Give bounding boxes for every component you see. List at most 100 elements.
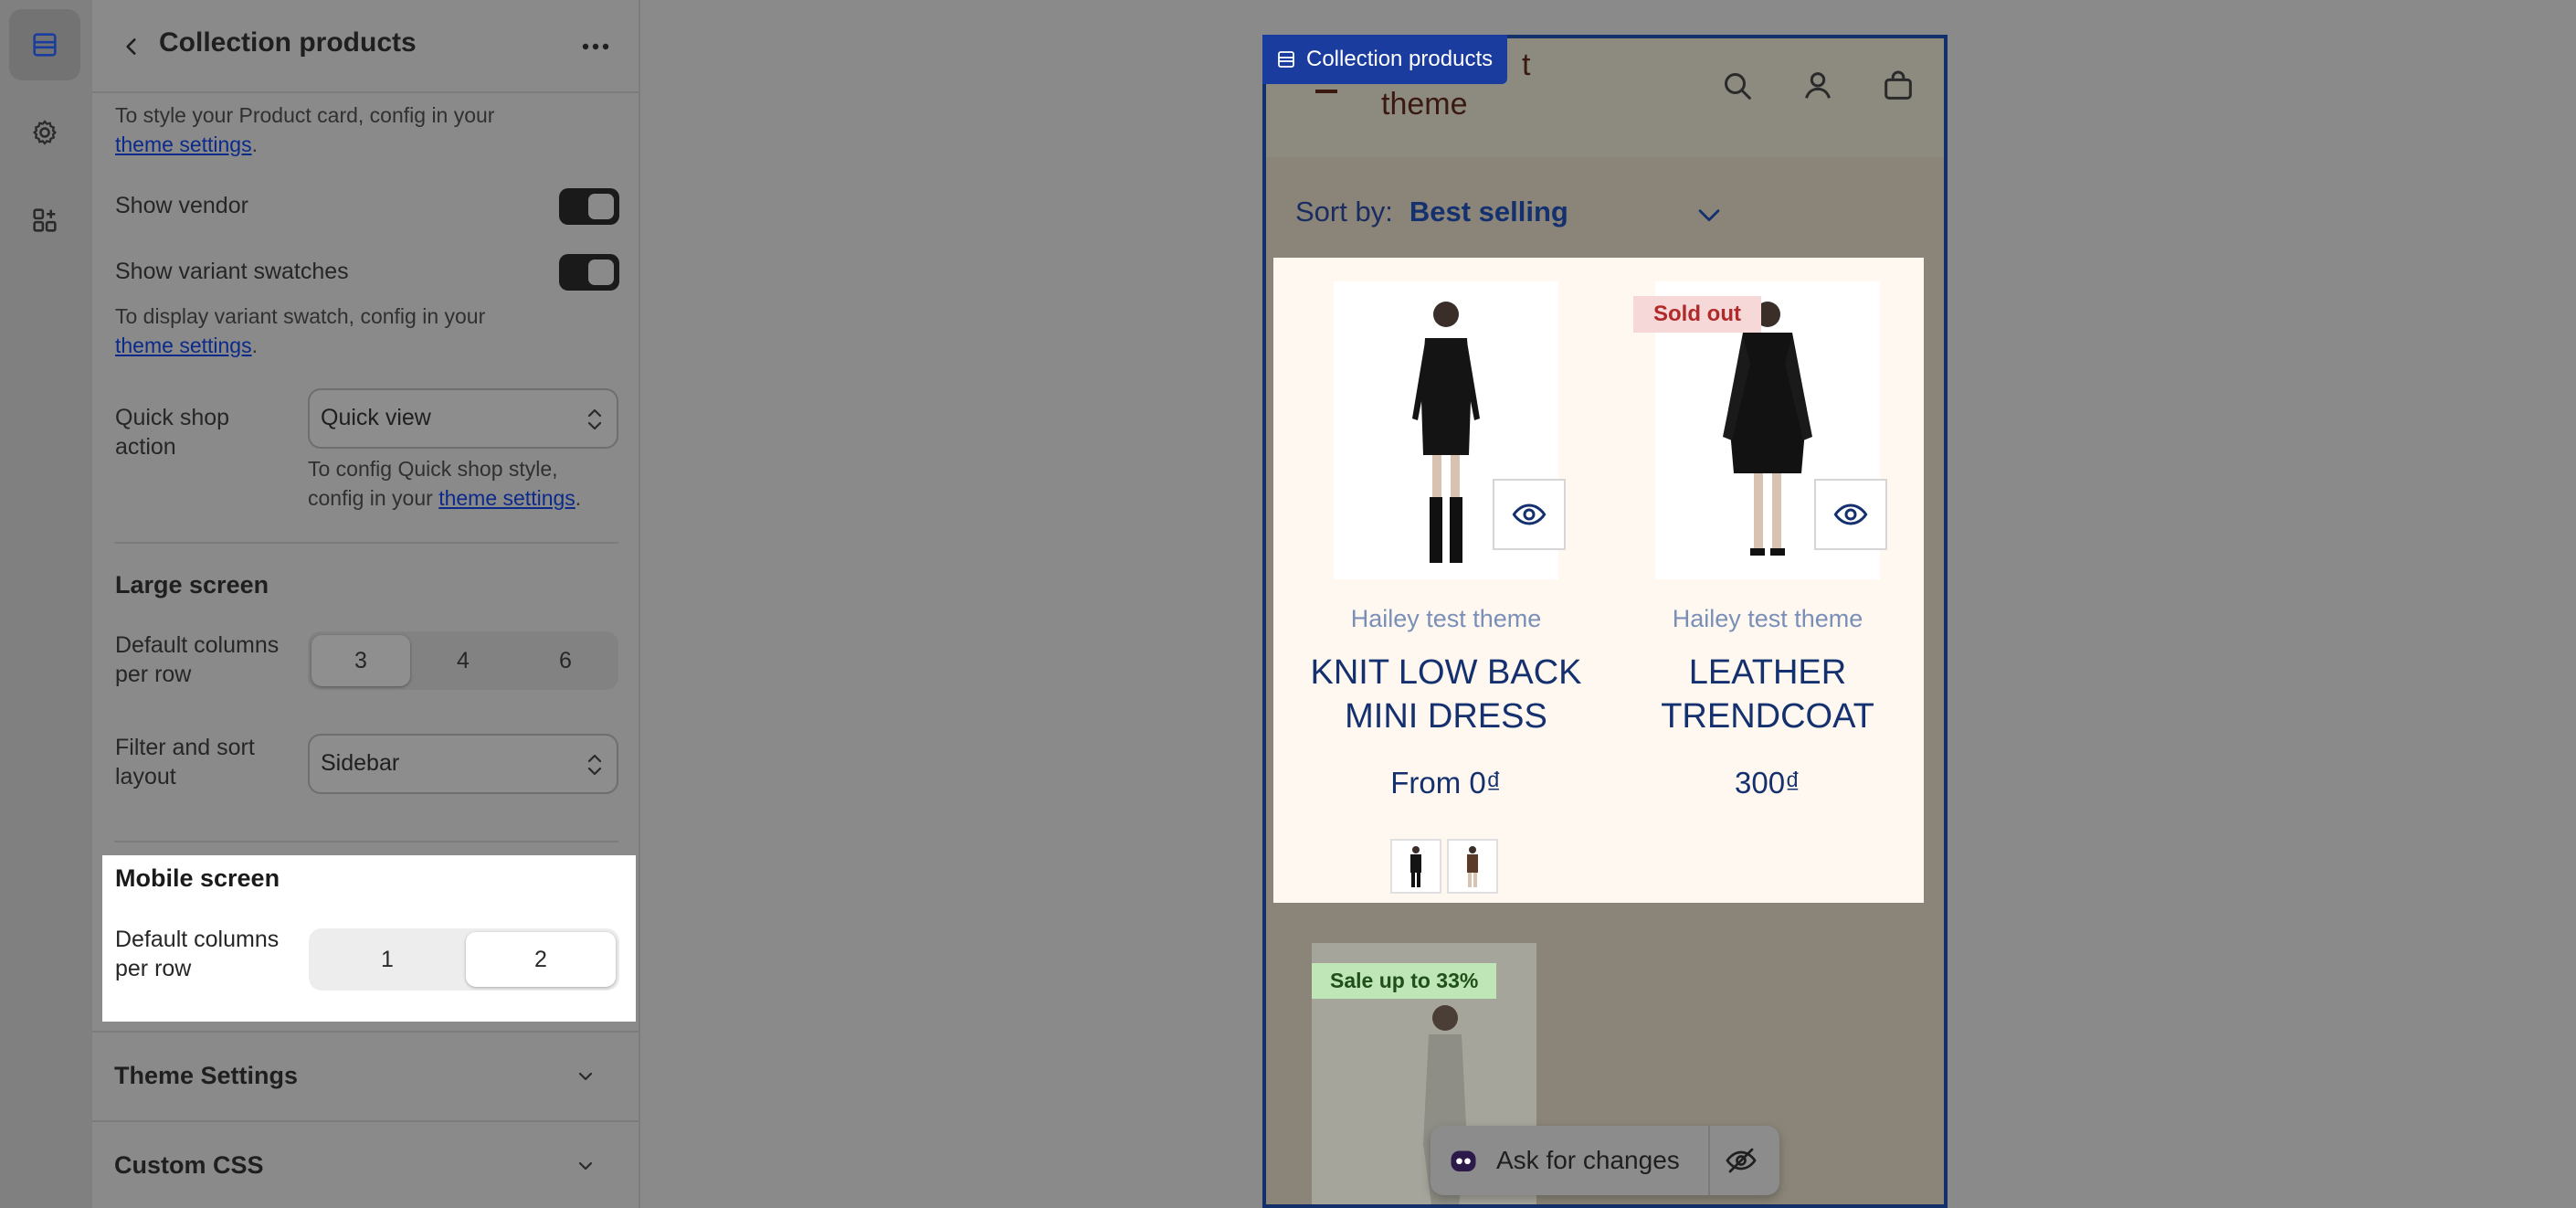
more-options-button[interactable] (573, 26, 618, 68)
panel-title: Collection products (159, 27, 417, 58)
product-price: From 0₫ (1390, 766, 1502, 800)
variant-swatch[interactable] (1447, 839, 1498, 894)
brand-name[interactable]: theme (1381, 86, 1468, 122)
divider (114, 841, 618, 842)
product-grid: Hailey test theme KNIT LOW BACK MINI DRE… (1273, 258, 1924, 903)
back-button[interactable] (109, 24, 154, 69)
large-columns-label: Default columns per row (115, 630, 279, 689)
mobile-columns-option-1[interactable]: 1 (312, 932, 462, 987)
chevron-down-icon[interactable] (1694, 199, 1725, 230)
menu-icon[interactable] (1315, 90, 1337, 93)
large-columns-segmented: 3 4 6 (308, 631, 618, 690)
large-screen-title: Large screen (115, 571, 269, 599)
mobile-columns-segmented: 1 2 (309, 928, 619, 991)
swatch-hint: To display variant swatch, config in you… (115, 302, 485, 360)
variant-swatch[interactable] (1390, 839, 1441, 894)
label-line: Default columns (115, 927, 280, 952)
show-vendor-toggle[interactable] (559, 188, 619, 225)
hint-text: To display variant swatch, config in you… (115, 304, 486, 328)
settings-button[interactable] (9, 97, 80, 168)
hint-text: To config Quick shop style, (308, 457, 558, 481)
panel-header: Collection products (92, 0, 639, 93)
product-vendor: Hailey test theme (1672, 605, 1863, 632)
select-value: Quick view (321, 405, 431, 430)
theme-settings-accordion[interactable]: Theme Settings (92, 1031, 639, 1118)
show-swatches-label: Show variant swatches (115, 259, 349, 284)
chevron-down-icon (578, 1161, 593, 1171)
apps-button[interactable] (9, 185, 80, 256)
select-chevrons-icon (587, 754, 602, 776)
hint-text: To style your Product card, config in yo… (115, 103, 495, 127)
swatch-thumbnail (1467, 846, 1478, 887)
assistant-icon (1451, 1150, 1476, 1171)
large-columns-option-3[interactable]: 3 (311, 635, 410, 686)
sort-value: Best selling (1409, 196, 1568, 228)
title-line: TRENDCOAT (1661, 697, 1874, 736)
label-line: Quick shop (115, 405, 230, 430)
apps-icon (33, 208, 57, 232)
product-title[interactable]: LEATHER TRENDCOAT (1600, 651, 1935, 738)
show-vendor-label: Show vendor (115, 193, 248, 218)
large-columns-option-4[interactable]: 4 (414, 635, 512, 686)
select-value: Sidebar (321, 750, 400, 776)
gear-icon (33, 120, 57, 145)
theme-settings-link[interactable]: theme settings (115, 132, 252, 156)
show-swatches-toggle[interactable] (559, 254, 619, 291)
filter-sort-label: Filter and sort layout (115, 733, 255, 791)
mobile-screen-title: Mobile screen (115, 864, 280, 892)
divider (1708, 1126, 1710, 1195)
quick-shop-select[interactable]: Quick view (308, 388, 618, 449)
sections-button[interactable] (9, 9, 80, 80)
section-badge-label: Collection products (1306, 47, 1494, 71)
eye-off-icon[interactable] (1725, 1144, 1758, 1177)
label-line: Filter and sort (115, 735, 255, 760)
sections-icon (1278, 51, 1294, 68)
title-line: LEATHER (1688, 653, 1847, 692)
product-title[interactable]: KNIT LOW BACK MINI DRESS (1279, 651, 1613, 738)
product-vendor: Hailey test theme (1350, 605, 1542, 632)
label-line: per row (115, 956, 192, 981)
chevron-left-icon (126, 38, 136, 55)
large-columns-option-6[interactable]: 6 (516, 635, 615, 686)
mobile-columns-option-2[interactable]: 2 (466, 932, 616, 987)
hint-period: . (251, 132, 258, 156)
cart-icon[interactable] (1880, 68, 1916, 104)
account-icon[interactable] (1800, 68, 1836, 104)
theme-settings-link[interactable]: theme settings (115, 334, 252, 357)
toggle-knob (588, 260, 614, 285)
more-horizontal-icon (582, 43, 609, 50)
quick-view-button[interactable] (1493, 479, 1566, 550)
title-line: KNIT LOW BACK (1310, 653, 1582, 692)
custom-css-accordion[interactable]: Custom CSS (92, 1120, 639, 1208)
divider (114, 542, 618, 544)
sort-label: Sort by: (1295, 196, 1393, 228)
label-line: action (115, 434, 176, 460)
sold-out-badge: Sold out (1633, 296, 1761, 333)
product-price: 300₫ (1735, 766, 1800, 800)
ask-for-changes-bar: Ask for changes (1431, 1126, 1779, 1195)
ask-for-changes-button[interactable]: Ask for changes (1496, 1146, 1680, 1175)
theme-settings-link[interactable]: theme settings (438, 486, 575, 510)
hint-text: config in your (308, 486, 433, 510)
label-line: per row (115, 662, 192, 687)
settings-panel: Collection products To style your Produc… (92, 0, 640, 1208)
sections-icon (33, 33, 57, 57)
eye-icon (1512, 503, 1547, 525)
product-card-hint: To style your Product card, config in yo… (115, 101, 494, 159)
search-icon[interactable] (1719, 68, 1756, 104)
swatch-thumbnail (1410, 846, 1421, 887)
quick-shop-hint: To config Quick shop style, config in yo… (308, 454, 581, 513)
hint-period: . (251, 334, 258, 357)
section-badge[interactable]: Collection products (1262, 35, 1508, 84)
title-line: MINI DRESS (1345, 697, 1547, 736)
storefront-preview[interactable]: t theme Sort by: Best selling Hailey tes… (1262, 35, 1948, 1208)
mobile-screen-section: Mobile screen Default columns per row 1 … (102, 855, 636, 1022)
quick-view-button[interactable] (1814, 479, 1887, 550)
icon-rail (0, 0, 92, 1208)
label-line: Default columns (115, 632, 280, 658)
filter-sort-select[interactable]: Sidebar (308, 734, 618, 794)
chevron-down-icon (578, 1072, 593, 1081)
sort-by-control[interactable]: Sort by: Best selling (1295, 196, 1568, 228)
brand-top-text: t (1522, 48, 1531, 82)
hint-period: . (575, 486, 582, 510)
